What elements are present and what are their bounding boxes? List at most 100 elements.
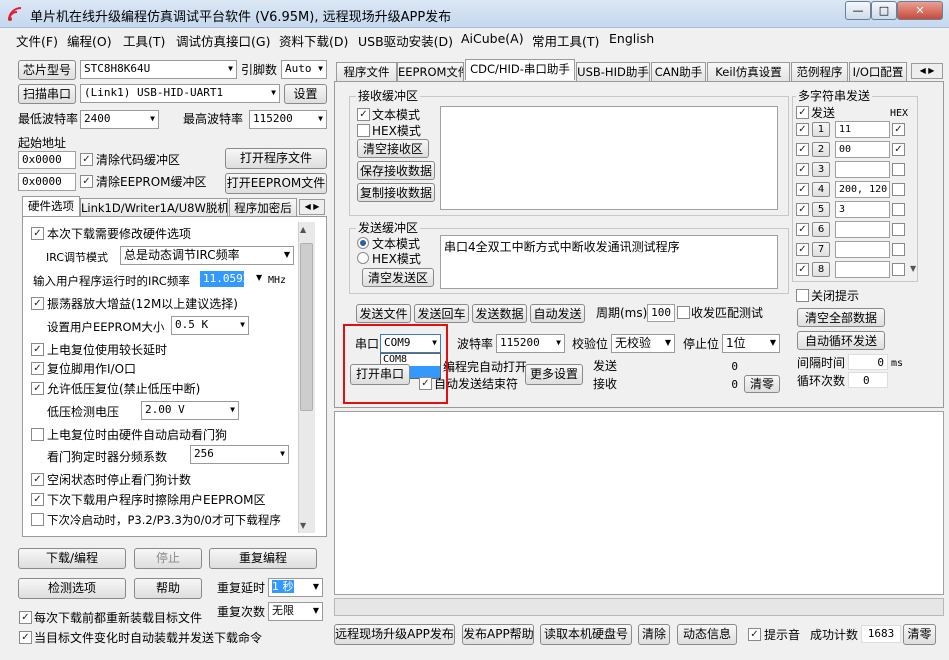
loop-count-input[interactable]: 0 [848, 372, 888, 388]
parity-select[interactable]: 无校验 ▼ [611, 334, 675, 353]
send-textarea[interactable]: 串口4全双工中断方式中断收发通讯测试程序 [440, 235, 778, 289]
idle-stop-watchdog-checkbox[interactable]: ✓ [31, 473, 44, 486]
stop-button[interactable]: 停止 [134, 548, 202, 569]
scan-port-button[interactable]: 扫描串口 [18, 84, 76, 104]
tab-encryption[interactable]: 程序加密后 [229, 198, 297, 217]
auto-load-checkbox[interactable]: ✓ [19, 631, 32, 644]
tab-io-config[interactable]: I/O口配置 [849, 62, 907, 81]
code-address-input[interactable]: 0x0000 [18, 151, 76, 169]
more-settings-button[interactable]: 更多设置 [525, 364, 583, 385]
menu-common-tools[interactable]: 常用工具(T) [532, 31, 599, 50]
open-eeprom-file-button[interactable]: 打开EEPROM文件 [225, 173, 327, 194]
low-voltage-select[interactable]: 2.00 V ▼ [141, 401, 239, 420]
multi-row-send-button[interactable]: 1 [812, 122, 830, 137]
send-enter-button[interactable]: 发送回车 [414, 304, 469, 323]
multi-scroll-down-icon[interactable]: ▼ [910, 264, 916, 273]
beep-checkbox[interactable]: ✓ [748, 628, 761, 641]
multi-row-send-button[interactable]: 2 [812, 142, 830, 157]
save-receive-button[interactable]: 保存接收数据 [357, 161, 435, 180]
chip-model-select[interactable]: STC8H8K64U ▼ [80, 60, 237, 79]
tab-can[interactable]: CAN助手 [651, 62, 706, 81]
remote-upgrade-button[interactable]: 远程现场升级APP发布 [334, 624, 455, 645]
menu-program[interactable]: 编程(O) [67, 31, 112, 50]
tab-usb-hid[interactable]: USB-HID助手 [576, 62, 650, 81]
watchdog-divider-select[interactable]: 256 ▼ [190, 445, 289, 464]
osc-gain-checkbox[interactable]: ✓ [31, 297, 44, 310]
menu-debug[interactable]: 调试仿真接口(G) [176, 31, 270, 50]
right-tab-scroll-arrows[interactable]: ◀ ▶ [911, 63, 943, 79]
repeat-delay-select[interactable]: 1 秒 ▼ [268, 578, 323, 597]
eeprom-size-select[interactable]: 0.5 K ▼ [171, 316, 249, 335]
reset-pin-io-checkbox[interactable]: ✓ [31, 362, 44, 375]
erase-eeprom-checkbox[interactable]: ✓ [31, 493, 44, 506]
tab-program-file[interactable]: 程序文件 [336, 62, 397, 81]
tab-hardware-options[interactable]: 硬件选项 [22, 196, 80, 217]
long-reset-delay-checkbox[interactable]: ✓ [31, 343, 44, 356]
multi-row-input[interactable]: 200, 120, [835, 181, 890, 198]
port-select[interactable]: (Link1) USB-HID-UART1 ▼ [80, 84, 280, 103]
detect-options-button[interactable]: 检测选项 [18, 578, 126, 599]
hide-hint-checkbox[interactable] [796, 289, 809, 302]
multi-row-hex-checkbox[interactable] [892, 223, 905, 236]
multi-row-send-checkbox[interactable]: ✓ [796, 163, 809, 176]
stop-bits-select[interactable]: 1位 ▼ [722, 334, 780, 353]
multi-row-input[interactable]: 3 [835, 201, 890, 218]
multi-row-hex-checkbox[interactable]: ✓ [892, 123, 905, 136]
close-button[interactable]: ✕ [897, 1, 943, 20]
menu-file[interactable]: 文件(F) [16, 31, 58, 50]
receive-textarea[interactable] [440, 106, 778, 210]
maximize-button[interactable]: □ [871, 1, 897, 20]
copy-receive-button[interactable]: 复制接收数据 [357, 183, 435, 202]
multi-row-send-button[interactable]: 6 [812, 222, 830, 237]
send-text-mode-radio[interactable] [357, 237, 369, 249]
dynamic-info-button[interactable]: 动态信息 [677, 624, 737, 645]
recv-text-mode-checkbox[interactable]: ✓ [357, 108, 370, 121]
multi-row-send-checkbox[interactable]: ✓ [796, 243, 809, 256]
multi-row-send-button[interactable]: 3 [812, 162, 830, 177]
baud-rate-select[interactable]: 115200 ▼ [496, 334, 565, 353]
multi-row-send-button[interactable]: 5 [812, 202, 830, 217]
send-data-button[interactable]: 发送数据 [472, 304, 527, 323]
pin-count-select[interactable]: Auto ▼ [281, 60, 327, 79]
repeat-count-select[interactable]: 无限 ▼ [268, 602, 323, 621]
irc-frequency-dropdown-icon[interactable]: ▼ [256, 273, 262, 282]
irc-frequency-input[interactable]: 11.0592 [200, 271, 244, 287]
read-disk-id-button[interactable]: 读取本机硬盘号 [540, 624, 632, 645]
clear-all-data-button[interactable]: 清空全部数据 [797, 308, 885, 327]
multi-row-send-checkbox[interactable]: ✓ [796, 223, 809, 236]
send-hex-mode-radio[interactable] [357, 252, 369, 264]
clear-eeprom-checkbox[interactable]: ✓ [80, 175, 93, 188]
tab-scroll-arrows[interactable]: ◀ ▶ [299, 199, 325, 215]
clear-code-checkbox[interactable]: ✓ [80, 153, 93, 166]
multi-row-hex-checkbox[interactable] [892, 183, 905, 196]
multi-row-input[interactable]: 11 [835, 121, 890, 138]
multi-send-all-checkbox[interactable]: ✓ [796, 106, 809, 119]
help-button[interactable]: 帮助 [134, 578, 202, 599]
auto-watchdog-checkbox[interactable] [31, 428, 44, 441]
auto-loop-send-button[interactable]: 自动循环发送 [797, 331, 885, 350]
multi-row-hex-checkbox[interactable] [892, 243, 905, 256]
multi-row-send-button[interactable]: 8 [812, 262, 830, 277]
scrollbar-thumb[interactable] [300, 243, 313, 411]
download-program-button[interactable]: 下载/编程 [18, 548, 126, 569]
send-file-button[interactable]: 发送文件 [356, 304, 411, 323]
repeat-program-button[interactable]: 重复编程 [209, 548, 317, 569]
multi-row-send-button[interactable]: 7 [812, 242, 830, 257]
multi-row-input[interactable]: 00 [835, 141, 890, 158]
clear-send-button[interactable]: 清空发送区 [362, 268, 434, 287]
open-program-file-button[interactable]: 打开程序文件 [225, 148, 327, 169]
menu-download[interactable]: 资料下载(D) [279, 31, 348, 50]
reload-target-checkbox[interactable]: ✓ [19, 611, 32, 624]
chip-model-button[interactable]: 芯片型号 [18, 60, 76, 80]
multi-row-hex-checkbox[interactable] [892, 203, 905, 216]
multi-row-send-checkbox[interactable]: ✓ [796, 123, 809, 136]
menu-aicube[interactable]: AiCube(A) [461, 31, 524, 46]
match-test-checkbox[interactable] [677, 306, 690, 319]
multi-row-send-checkbox[interactable]: ✓ [796, 203, 809, 216]
clear-counters-button[interactable]: 清零 [744, 375, 780, 393]
multi-row-input[interactable] [835, 221, 890, 238]
period-input[interactable]: 100 [647, 304, 675, 322]
scroll-up-icon[interactable]: ▲ [300, 225, 306, 234]
tab-examples[interactable]: 范例程序 [791, 62, 848, 81]
multi-row-input[interactable] [835, 161, 890, 178]
